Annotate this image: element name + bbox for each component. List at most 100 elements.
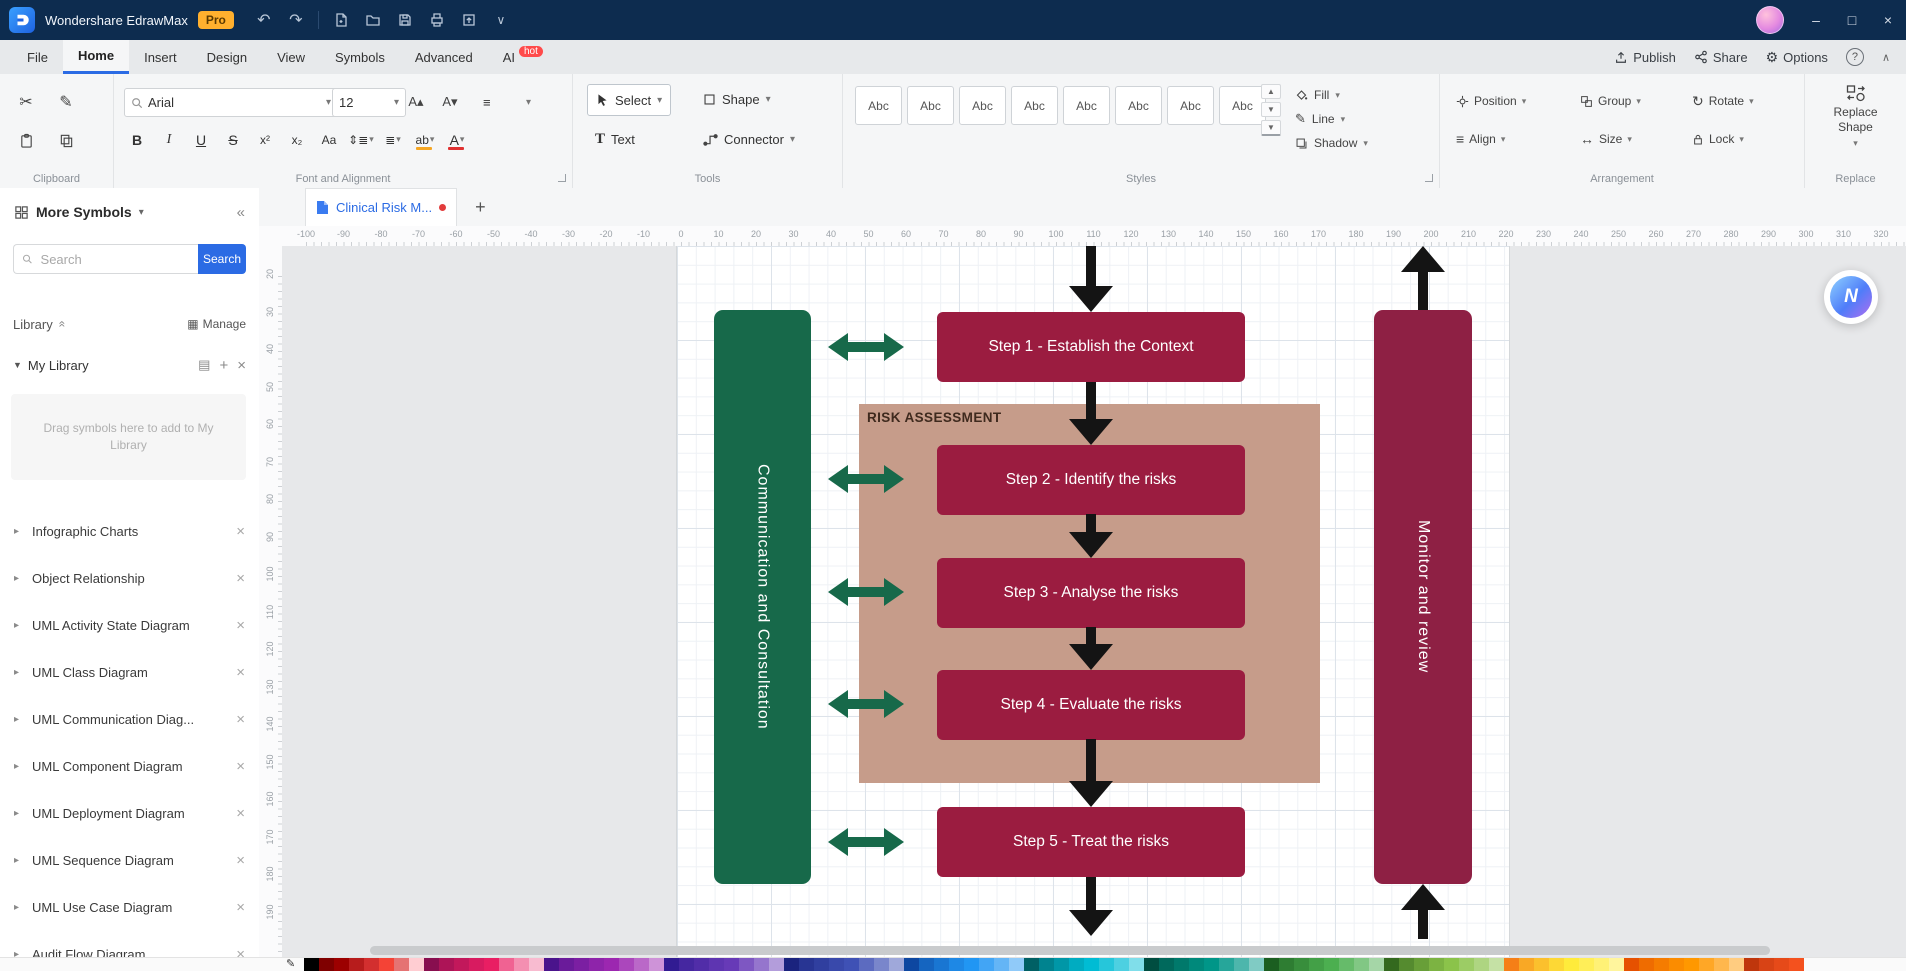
font-color-button[interactable]: A ▾ xyxy=(442,126,472,153)
palette-swatch[interactable] xyxy=(319,958,334,971)
paste-icon[interactable] xyxy=(12,126,40,154)
palette-swatch[interactable] xyxy=(1099,958,1114,971)
new-file-icon[interactable] xyxy=(325,5,357,35)
palette-swatch[interactable] xyxy=(1354,958,1369,971)
palette-swatch[interactable] xyxy=(1549,958,1564,971)
search-input-wrap[interactable] xyxy=(13,244,198,274)
menu-insert[interactable]: Insert xyxy=(129,40,192,74)
flow-arrow-up[interactable] xyxy=(1418,908,1428,939)
palette-swatch[interactable] xyxy=(499,958,514,971)
palette-swatch[interactable] xyxy=(544,958,559,971)
palette-swatch[interactable] xyxy=(694,958,709,971)
close-icon[interactable]: × xyxy=(236,852,245,869)
flow-arrow-down[interactable] xyxy=(1086,246,1096,288)
step-box[interactable]: Step 3 - Analyse the risks xyxy=(937,558,1245,628)
flow-arrow-down[interactable] xyxy=(1086,739,1096,783)
triangle-right-icon[interactable]: ▸ xyxy=(14,902,24,913)
palette-swatch[interactable] xyxy=(889,958,904,971)
text-tool-button[interactable]: T Text xyxy=(587,124,643,154)
palette-swatch[interactable] xyxy=(469,958,484,971)
close-icon[interactable]: × xyxy=(236,570,245,587)
library-item[interactable]: ▸ UML Component Diagram × xyxy=(0,743,259,790)
palette-swatch[interactable] xyxy=(1129,958,1144,971)
ai-assistant-bubble[interactable]: N xyxy=(1824,270,1878,324)
menu-view[interactable]: View xyxy=(262,40,320,74)
copy-icon[interactable] xyxy=(52,126,80,154)
palette-swatch[interactable] xyxy=(1639,958,1654,971)
my-library-row[interactable]: ▼ My Library ▤ + × xyxy=(13,350,246,380)
vertical-ruler[interactable]: 20 30 40 50 60 70 80 90 100 110 120 130 140 150 160 170… xyxy=(259,246,283,958)
palette-swatch[interactable] xyxy=(1024,958,1039,971)
search-button[interactable]: Search xyxy=(198,244,246,274)
palette-swatch[interactable] xyxy=(1249,958,1264,971)
palette-swatch[interactable] xyxy=(1774,958,1789,971)
redo-icon[interactable]: ↷ xyxy=(280,5,312,35)
canvas-viewport[interactable]: Communication and Consultation RISK ASSE… xyxy=(282,246,1906,958)
shrink-font-icon[interactable]: A▾ xyxy=(436,88,464,116)
palette-swatch[interactable] xyxy=(394,958,409,971)
palette-swatch[interactable] xyxy=(949,958,964,971)
palette-swatch[interactable] xyxy=(1009,958,1024,971)
palette-swatch[interactable] xyxy=(829,958,844,971)
palette-swatch[interactable] xyxy=(304,958,319,971)
palette-swatch[interactable] xyxy=(409,958,424,971)
palette-swatch[interactable] xyxy=(814,958,829,971)
undo-icon[interactable]: ↶ xyxy=(248,5,280,35)
library-item[interactable]: ▸ UML Class Diagram × xyxy=(0,649,259,696)
monitor-bar[interactable]: Monitor and review xyxy=(1374,310,1472,884)
double-arrow[interactable] xyxy=(828,332,904,362)
list-button[interactable]: ≣ ▾ xyxy=(378,126,408,153)
palette-swatch[interactable] xyxy=(994,958,1009,971)
flow-arrow-up[interactable] xyxy=(1418,270,1428,310)
palette-swatch[interactable] xyxy=(454,958,469,971)
menu-ai[interactable]: AI hot xyxy=(488,40,558,74)
add-tab-button[interactable]: + xyxy=(475,197,486,218)
options-button[interactable]: ⚙ Options xyxy=(1766,49,1828,66)
palette-swatch[interactable] xyxy=(1564,958,1579,971)
line-dropdown[interactable]: ✎ Line ▾ xyxy=(1295,109,1345,129)
close-icon[interactable]: × xyxy=(236,617,245,634)
menu-design[interactable]: Design xyxy=(192,40,262,74)
more-commands-icon[interactable]: ∨ xyxy=(485,5,517,35)
close-button[interactable]: × xyxy=(1870,0,1906,40)
library-item[interactable]: ▸ Audit Flow Diagram × xyxy=(0,931,259,958)
underline-button[interactable]: U xyxy=(186,126,216,153)
palette-swatch[interactable] xyxy=(1654,958,1669,971)
palette-swatch[interactable] xyxy=(574,958,589,971)
palette-swatch[interactable] xyxy=(1219,958,1234,971)
palette-swatch[interactable] xyxy=(1534,958,1549,971)
text-case-button[interactable]: Aa xyxy=(314,126,344,153)
palette-swatch[interactable] xyxy=(529,958,544,971)
style-preview[interactable]: Abc xyxy=(1063,86,1110,125)
collapse-ribbon-icon[interactable]: ∧ xyxy=(1882,51,1890,64)
double-arrow[interactable] xyxy=(828,827,904,857)
palette-swatch[interactable] xyxy=(634,958,649,971)
palette-swatch[interactable] xyxy=(1294,958,1309,971)
replace-shape-button[interactable]: Replace Shape ▾ xyxy=(1805,84,1906,149)
lock-dropdown[interactable]: Lock ▾ xyxy=(1692,126,1744,152)
palette-swatch[interactable] xyxy=(439,958,454,971)
palette-swatch[interactable] xyxy=(559,958,574,971)
pen-tool-icon[interactable]: ✎ xyxy=(286,957,295,970)
double-arrow[interactable] xyxy=(828,577,904,607)
triangle-right-icon[interactable]: ▸ xyxy=(14,526,24,537)
palette-swatch[interactable] xyxy=(919,958,934,971)
palette-swatch[interactable] xyxy=(799,958,814,971)
palette-swatch[interactable] xyxy=(1579,958,1594,971)
open-folder-icon[interactable] xyxy=(357,5,389,35)
palette-swatch[interactable] xyxy=(1189,958,1204,971)
drawing-page[interactable]: Communication and Consultation RISK ASSE… xyxy=(676,246,1510,958)
connector-tool-button[interactable]: Connector ▾ xyxy=(695,124,803,154)
palette-swatch[interactable] xyxy=(1309,958,1324,971)
font-name-select[interactable]: Arial ▾ xyxy=(124,88,338,117)
document-tab[interactable]: Clinical Risk M... xyxy=(305,187,458,227)
step-box[interactable]: Step 1 - Establish the Context xyxy=(937,312,1245,382)
palette-swatch[interactable] xyxy=(754,958,769,971)
palette-swatch[interactable] xyxy=(1684,958,1699,971)
library-item[interactable]: ▸ UML Deployment Diagram × xyxy=(0,790,259,837)
palette-swatch[interactable] xyxy=(1414,958,1429,971)
palette-swatch[interactable] xyxy=(1279,958,1294,971)
format-painter-icon[interactable]: ✎ xyxy=(52,88,80,116)
triangle-right-icon[interactable]: ▸ xyxy=(14,714,24,725)
palette-swatch[interactable] xyxy=(424,958,439,971)
